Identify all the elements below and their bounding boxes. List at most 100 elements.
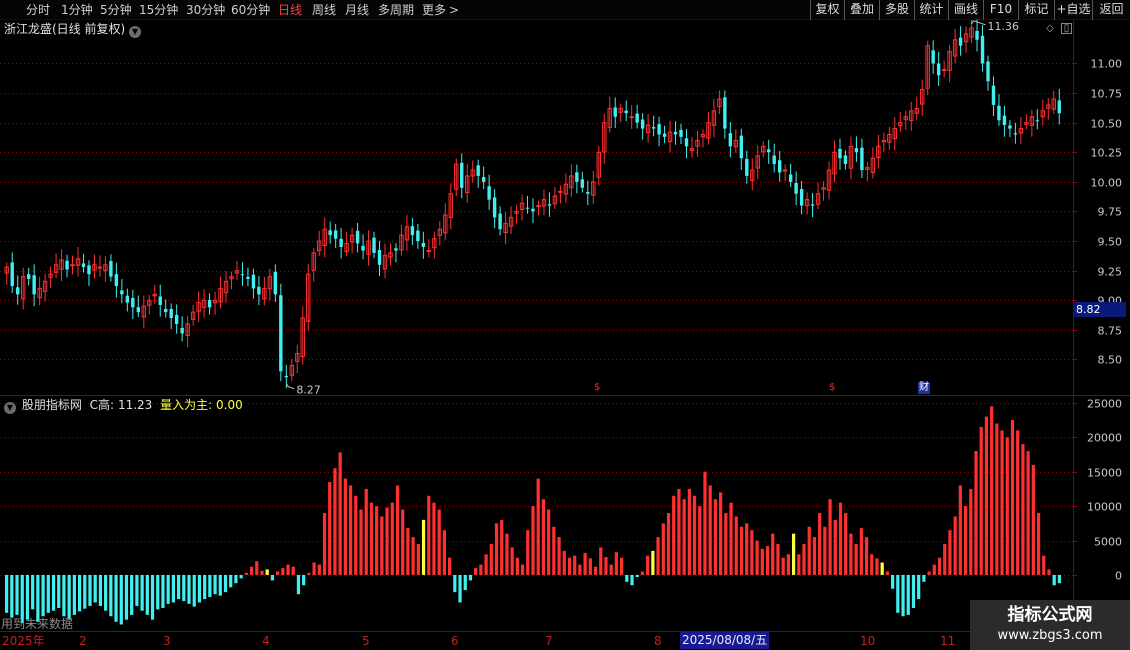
indicator-bar xyxy=(661,523,665,575)
candle-body xyxy=(613,107,617,117)
indicator-bar xyxy=(984,416,989,575)
indicator-bar xyxy=(901,574,905,617)
chevron-down-icon[interactable]: ▼ xyxy=(129,26,142,38)
indicator-bar xyxy=(458,574,462,603)
indicator-bar xyxy=(750,530,754,575)
candle-body xyxy=(860,147,864,171)
candle-body xyxy=(460,162,464,188)
indicator-bar xyxy=(197,574,202,603)
event-marker-dividend[interactable]: $ xyxy=(594,382,600,394)
event-marker-financial[interactable]: 财 xyxy=(918,382,930,394)
c-high-label: C高: xyxy=(89,398,115,412)
candle-body xyxy=(410,226,415,236)
indicator-bar xyxy=(990,406,994,575)
indicator-bar xyxy=(791,533,796,575)
indicator-bar xyxy=(573,555,577,575)
indicator-bar xyxy=(343,478,347,575)
indicator-bar xyxy=(255,561,259,575)
indicator-bar xyxy=(541,499,546,575)
candle-body xyxy=(257,286,261,295)
indicator-bar xyxy=(182,574,186,602)
indicator-bar xyxy=(677,488,681,575)
candle-body xyxy=(361,245,365,251)
indicator-bar xyxy=(880,562,884,575)
month-label: 8 xyxy=(654,634,662,648)
indicator-bar xyxy=(427,495,431,575)
indicator-bar xyxy=(176,574,181,600)
indicator-bar xyxy=(135,574,139,606)
candle-body xyxy=(251,274,256,289)
candle-body xyxy=(525,207,530,209)
indicator-bar xyxy=(468,574,473,581)
chart-canvas[interactable]: 8.508.759.009.259.509.7510.0010.2510.501… xyxy=(0,0,1130,650)
indicator-bar xyxy=(875,558,879,575)
candle-body xyxy=(207,299,212,308)
indicator-tick-label: 25000 xyxy=(1087,398,1122,411)
indicator-bar xyxy=(265,569,269,575)
candle-body xyxy=(936,63,941,76)
candle-body xyxy=(723,97,727,129)
window-toggle-icon[interactable]: ▯ xyxy=(1061,23,1072,34)
indicator-bar xyxy=(619,557,624,575)
candle-body xyxy=(1013,133,1018,135)
indicator-bar xyxy=(1026,451,1030,575)
indicator-bar xyxy=(666,513,671,575)
indicator-bar xyxy=(859,528,863,575)
indicator-bar xyxy=(833,519,837,575)
indicator-bar xyxy=(755,540,759,575)
indicator-bar xyxy=(150,574,155,620)
price-tick-label: 10.25 xyxy=(1091,147,1123,160)
indicator-bar xyxy=(395,485,400,575)
indicator-bar xyxy=(145,574,149,615)
indicator-bar xyxy=(583,552,587,575)
price-tick-label: 11.00 xyxy=(1091,58,1123,71)
indicator-bar xyxy=(1057,574,1062,584)
candle-body xyxy=(788,174,793,182)
candle-body xyxy=(575,172,579,182)
watermark-url: www.zbgs3.com xyxy=(997,628,1103,643)
date-axis: 2025年 2 3 4 5 6 7 8 2025/08/08/五 10 11 xyxy=(0,631,1130,649)
price-axis: 8.508.759.009.259.509.7510.0010.2510.501… xyxy=(1087,58,1122,583)
indicator-bar xyxy=(239,574,243,579)
month-label: 7 xyxy=(545,634,553,648)
event-marker-dividend[interactable]: $ xyxy=(829,382,835,394)
indicator-bar xyxy=(838,502,843,575)
indicator-tick-label: 20000 xyxy=(1087,432,1122,445)
candle-body xyxy=(114,274,119,287)
candle-body xyxy=(169,308,173,319)
price-tick-label: 9.50 xyxy=(1098,236,1123,249)
candle-body xyxy=(629,116,634,119)
indicator-bar xyxy=(453,574,457,593)
candle-body xyxy=(273,271,278,295)
indicator-bar xyxy=(974,451,978,575)
indicator-bar xyxy=(562,550,566,575)
indicator-bar xyxy=(567,557,572,575)
indicator-bar xyxy=(484,554,488,575)
indicator-bar xyxy=(713,499,718,575)
indicator-bar xyxy=(385,507,389,575)
indicator-bar xyxy=(995,423,999,575)
indicator-bar xyxy=(703,471,707,575)
indicator-name: 股朋指标网 xyxy=(21,398,82,412)
indicator-bar xyxy=(234,574,238,584)
indicator-bar xyxy=(15,574,19,615)
candle-body xyxy=(26,274,31,279)
indicator-bar xyxy=(291,566,295,575)
indicator-bar xyxy=(244,572,248,575)
chevron-down-icon[interactable]: ▼ xyxy=(4,402,16,414)
indicator-bar xyxy=(1042,555,1046,575)
low-pointer xyxy=(285,383,295,390)
candle-body xyxy=(1002,115,1007,126)
candlestick-series xyxy=(4,19,1061,389)
price-tick-label: 8.75 xyxy=(1098,325,1123,338)
diamond-icon[interactable]: ◇ xyxy=(1044,23,1056,35)
candle-body xyxy=(97,266,103,269)
candle-body xyxy=(355,230,360,244)
indicator-bar xyxy=(421,519,426,575)
indicator-bar xyxy=(432,502,436,575)
indicator-bar xyxy=(88,574,92,606)
indicator-bar xyxy=(46,574,50,613)
indicator-bar xyxy=(1052,574,1056,586)
month-label: 3 xyxy=(163,634,171,648)
indicator-bar xyxy=(943,543,947,575)
